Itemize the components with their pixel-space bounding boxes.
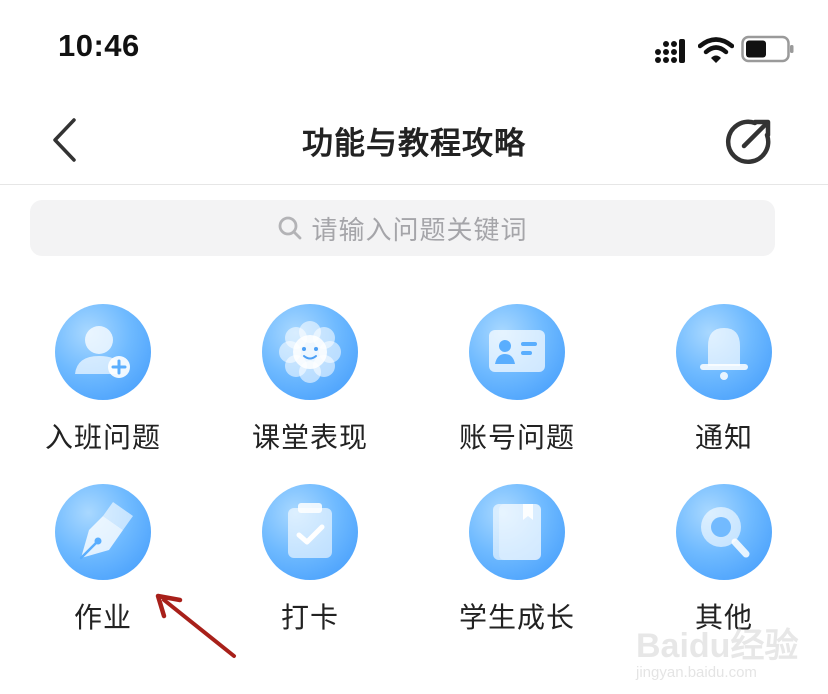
category-icon-circle (676, 484, 772, 580)
nav-bar: 功能与教程攻略 (0, 96, 828, 185)
share-button[interactable] (722, 114, 776, 168)
search-placeholder: 请输入问题关键词 (311, 215, 528, 246)
category-icon-circle (55, 304, 151, 400)
page-title: 功能与教程攻略 (302, 126, 526, 162)
status-time: 10:46 (58, 28, 140, 63)
category-check-in[interactable]: 打卡 (225, 484, 395, 654)
category-label: 打卡 (280, 601, 339, 634)
category-label: 课堂表现 (251, 421, 368, 454)
back-button[interactable] (40, 114, 92, 166)
magnifier-icon (701, 507, 750, 558)
clipboard-check-icon (288, 503, 332, 558)
category-label: 账号问题 (458, 421, 575, 454)
bell-icon (700, 328, 748, 380)
category-icon-circle (676, 304, 772, 400)
book-icon (493, 504, 541, 560)
category-label: 学生成长 (458, 601, 575, 634)
category-icon-circle (55, 484, 151, 580)
category-label: 入班问题 (44, 421, 161, 454)
category-student-growth[interactable]: 学生成长 (432, 484, 602, 654)
status-bar: 10:46 (0, 0, 828, 96)
annotation-arrow-icon (155, 593, 236, 658)
chevron-left-icon (53, 118, 76, 162)
category-icon-circle (469, 304, 565, 400)
category-notification[interactable]: 通知 (639, 304, 809, 474)
baidu-watermark: Baidu经验 jingyan.baidu.com (632, 612, 822, 688)
watermark-logo: Baidu经验 (636, 627, 799, 665)
user-add-icon (75, 326, 130, 378)
category-enroll-class[interactable]: 入班问题 (18, 304, 188, 474)
share-icon (725, 119, 771, 165)
category-icon-circle (262, 304, 358, 400)
category-class-performance[interactable]: 课堂表现 (225, 304, 395, 474)
category-account[interactable]: 账号问题 (432, 304, 602, 474)
wifi-icon (698, 37, 734, 63)
category-icon-circle (262, 484, 358, 580)
battery-icon (741, 35, 794, 63)
signal-icon (655, 39, 685, 63)
watermark-url: jingyan.baidu.com (636, 664, 757, 681)
search-icon (279, 216, 302, 240)
search-input[interactable]: 请输入问题关键词 (30, 200, 775, 256)
category-icon-circle (469, 484, 565, 580)
id-card-icon (489, 330, 545, 372)
flower-smile-icon (279, 321, 341, 383)
pen-nib-icon (79, 502, 133, 560)
category-label: 通知 (694, 421, 753, 454)
